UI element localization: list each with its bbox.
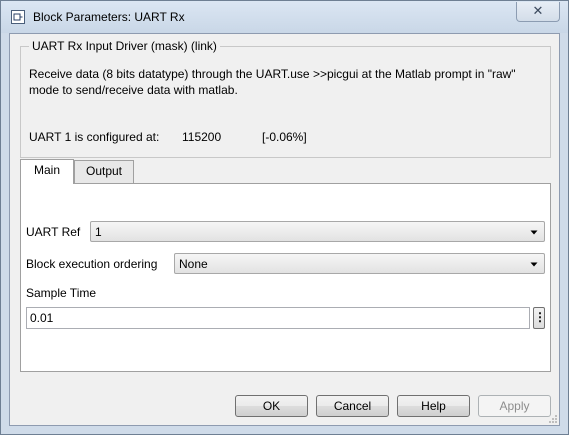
sample-time-field[interactable] xyxy=(26,307,530,329)
execution-ordering-select[interactable]: None xyxy=(174,253,545,274)
uart-ref-select[interactable]: 1 xyxy=(90,221,545,242)
cancel-button[interactable]: Cancel xyxy=(316,395,389,417)
sample-time-input[interactable] xyxy=(30,311,510,325)
execution-ordering-label: Block execution ordering xyxy=(26,257,158,271)
execution-ordering-value: None xyxy=(179,257,208,271)
uart-ref-value: 1 xyxy=(95,225,102,239)
uart-baud-error: [-0.06%] xyxy=(262,130,307,144)
sample-time-options-button[interactable]: ⋮ xyxy=(533,307,546,329)
main-tab-panel: UART Ref 1 Block execution ordering None… xyxy=(20,183,551,372)
block-parameters-dialog: Block Parameters: UART Rx ✕ UART Rx Inpu… xyxy=(0,0,569,435)
chevron-down-icon xyxy=(530,230,538,235)
tab-output[interactable]: Output xyxy=(74,160,134,183)
window-title: Block Parameters: UART Rx xyxy=(33,10,185,24)
apply-button[interactable]: Apply xyxy=(478,395,551,417)
uart-ref-label: UART Ref xyxy=(26,225,81,239)
close-icon: ✕ xyxy=(532,3,544,18)
mask-description-group: UART Rx Input Driver (mask) (link) Recei… xyxy=(20,39,551,158)
group-title: UART Rx Input Driver (mask) (link) xyxy=(29,39,220,53)
help-button[interactable]: Help xyxy=(397,395,470,417)
more-options-icon: ⋮ xyxy=(534,310,546,324)
ok-button[interactable]: OK xyxy=(235,395,308,417)
title-bar[interactable]: Block Parameters: UART Rx ✕ xyxy=(1,1,568,33)
tab-main[interactable]: Main xyxy=(20,159,74,184)
close-button[interactable]: ✕ xyxy=(516,2,560,22)
dialog-body: UART Rx Input Driver (mask) (link) Recei… xyxy=(9,33,560,426)
uart-baud-rate: 115200 xyxy=(182,130,222,144)
uart-config-label: UART 1 is configured at: xyxy=(29,130,160,144)
mask-description: Receive data (8 bits datatype) through t… xyxy=(29,67,516,97)
sample-time-label: Sample Time xyxy=(26,286,97,300)
simulink-block-icon xyxy=(11,10,25,24)
resize-grip-icon[interactable] xyxy=(548,414,558,424)
chevron-down-icon xyxy=(530,262,538,267)
